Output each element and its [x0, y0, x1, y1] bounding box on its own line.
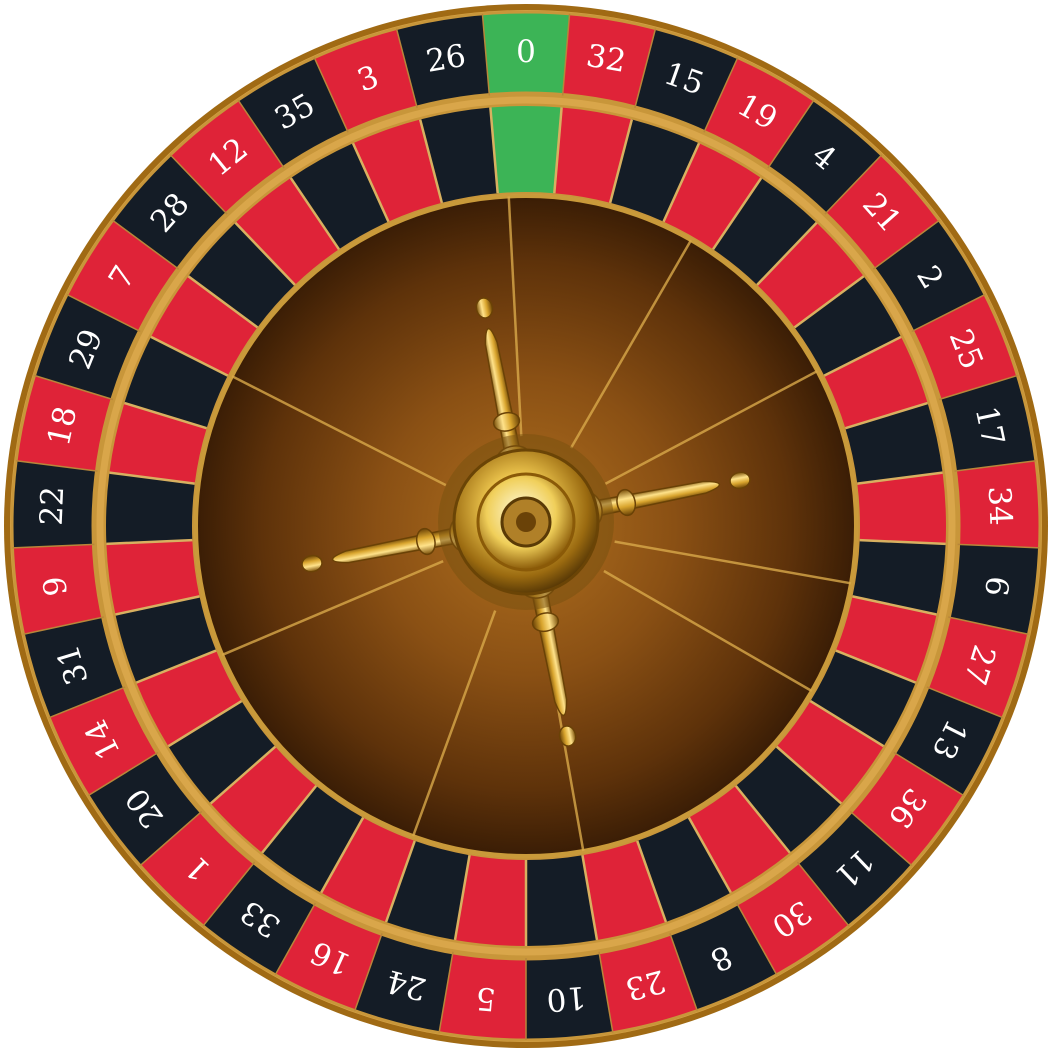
roulette-wheel[interactable]: 0 32 1519421225173462713361130823105241633… — [0, 0, 1052, 1052]
pocket-0[interactable] — [490, 106, 562, 194]
hub-center-dot — [516, 512, 536, 532]
pocket-number-label: 32 — [584, 38, 629, 80]
pocket-22[interactable] — [106, 472, 195, 544]
pocket-number-label: 5 — [474, 980, 497, 1018]
pocket-number-label: 0 — [516, 34, 536, 70]
pocket-number-label: 10 — [545, 979, 587, 1018]
pocket-number-label: 26 — [423, 38, 468, 80]
pocket-34[interactable] — [857, 472, 947, 544]
pocket-number-label: 22 — [34, 485, 72, 526]
pocket-number-label: 34 — [981, 485, 1019, 526]
